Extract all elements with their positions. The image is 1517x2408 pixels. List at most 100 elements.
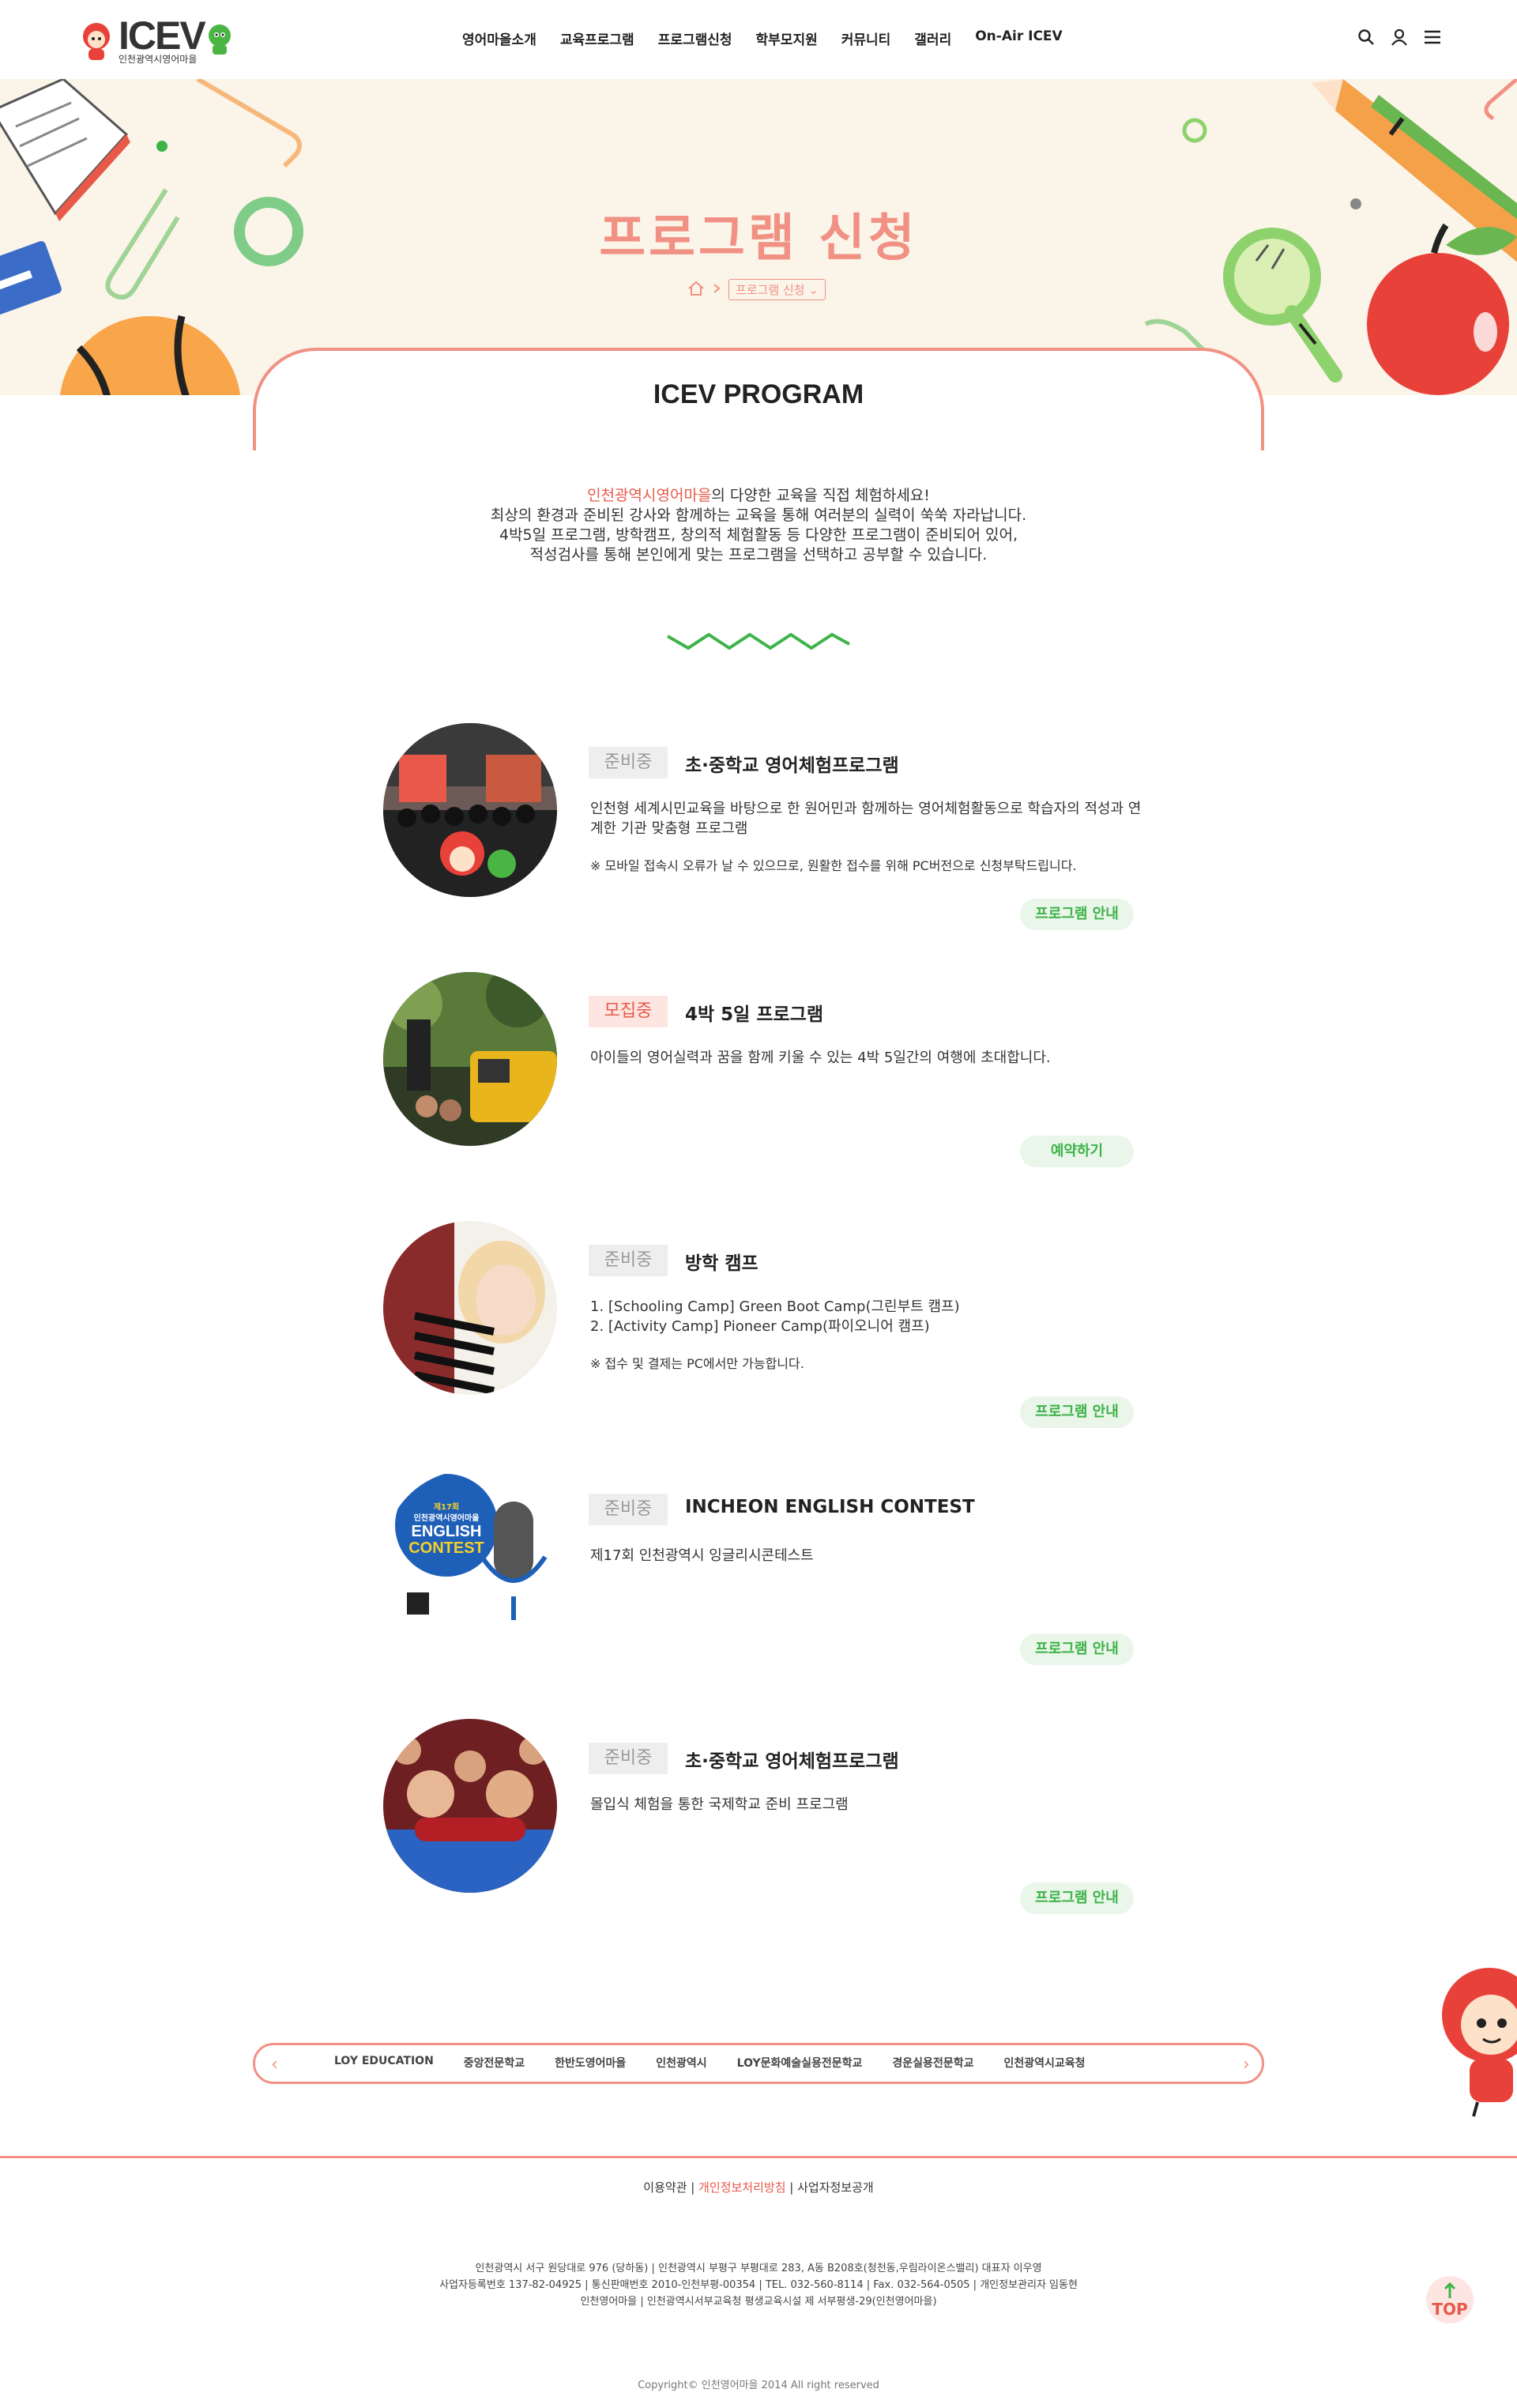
paperclip-icon xyxy=(196,79,302,168)
user-icon[interactable] xyxy=(1391,28,1408,46)
footer-links: 이용약관 | 개인정보처리방침 | 사업자정보공개 xyxy=(0,2179,1517,2195)
status-badge: 준비중 xyxy=(589,747,668,778)
footer-divider xyxy=(0,2156,1517,2158)
status-badge: 모집중 xyxy=(589,996,668,1027)
program-thumbnail[interactable] xyxy=(383,1719,557,1893)
breadcrumb: 프로그램 신청 ⌄ xyxy=(687,279,826,300)
program-title: 초·중학교 영어체험프로그램 xyxy=(685,756,899,776)
footer-info-line: 인천영어마을 | 인천광역시서부교육청 평생교육시설 제 서부평생-29(인천영… xyxy=(580,2296,937,2308)
program-title: 방학 캠프 xyxy=(685,1253,758,1274)
nav-item-about[interactable]: 영어마을소개 xyxy=(462,28,536,48)
partner-logo[interactable]: 인천광역시교육청 xyxy=(1003,2055,1085,2071)
chevron-right-icon[interactable]: › xyxy=(1243,2055,1250,2074)
program-note: ※ 접수 및 결제는 PC에서만 가능합니다. xyxy=(590,1356,804,1371)
site-header: ICEV 인천광역시영어마을 영어마을소개 교육프로그램 프로그램신청 학부모지… xyxy=(0,0,1517,79)
partner-logo[interactable]: 인천광역시 xyxy=(656,2055,706,2071)
section-title: ICEV PROGRAM xyxy=(653,379,864,409)
intro-line-2: 최상의 환경과 준비된 강사와 함께하는 교육을 통해 여러분의 실력이 쑥쑥 … xyxy=(490,507,1027,524)
program-item: 모집중 4박 5일 프로그램 아이들의 영어실력과 꿈을 함께 키울 수 있는 … xyxy=(383,972,1134,1167)
program-thumbnail[interactable] xyxy=(383,972,557,1146)
status-badge: 준비중 xyxy=(589,1245,668,1276)
main-nav: 영어마을소개 교육프로그램 프로그램신청 학부모지원 커뮤니티 갤러리 On-A… xyxy=(462,28,1086,48)
program-item: 준비중 방학 캠프 1. [Schooling Camp] Green Boot… xyxy=(383,1221,1134,1428)
poster-line: ENGLISH xyxy=(411,1523,482,1540)
header-icons xyxy=(1357,28,1441,46)
nav-item-community[interactable]: 커뮤니티 xyxy=(841,28,891,48)
partner-logo[interactable]: 한반도영어마을 xyxy=(555,2055,626,2071)
intro-line-3: 4박5일 프로그램, 방학캠프, 창의적 체험활동 등 다양한 프로그램이 준비… xyxy=(499,526,1018,544)
wave-divider-icon xyxy=(667,632,850,650)
mascot-green-icon xyxy=(209,24,231,55)
intro-line-4: 적성검사를 통해 본인에게 맞는 프로그램을 선택하고 공부할 수 있습니다. xyxy=(529,546,988,563)
program-info-button[interactable]: 프로그램 안내 xyxy=(1020,1396,1134,1428)
intro-line-1: 인천광역시영어마을의 다양한 교육을 직접 체험하세요! xyxy=(0,486,1517,506)
program-description: 제17회 인천광역시 잉글리시콘테스트 xyxy=(590,1547,814,1564)
scroll-top-label: TOP xyxy=(1432,2300,1468,2319)
partner-logo[interactable]: 경운실용전문학교 xyxy=(892,2055,973,2071)
program-description: 아이들의 영어실력과 꿈을 함께 키울 수 있는 4박 5일간의 여행에 초대합… xyxy=(590,1049,1051,1066)
nav-item-parents[interactable]: 학부모지원 xyxy=(756,28,818,48)
logo-subtitle: 인천광역시영어마을 xyxy=(119,54,198,65)
nav-item-education[interactable]: 교육프로그램 xyxy=(560,28,634,48)
breadcrumb-select-label: 프로그램 신청 xyxy=(736,283,805,297)
program-thumbnail[interactable] xyxy=(383,1221,557,1395)
mascot-red-icon xyxy=(83,23,110,60)
menu-icon[interactable] xyxy=(1424,28,1441,46)
reserve-button[interactable]: 예약하기 xyxy=(1020,1136,1134,1167)
scroll-top-button[interactable]: TOP xyxy=(1426,2276,1474,2323)
program-item: 준비중 초·중학교 영어체험프로그램 몰입식 체험을 통한 국제학교 준비 프로… xyxy=(383,1719,1134,1914)
intro-line-1-rest: 의 다양한 교육을 직접 체험하세요! xyxy=(711,487,930,504)
program-thumbnail[interactable] xyxy=(383,723,557,897)
program-info-button[interactable]: 프로그램 안내 xyxy=(1020,899,1134,930)
program-description: 몰입식 체험을 통한 국제학교 준비 프로그램 xyxy=(590,1796,849,1813)
footer-sep: | xyxy=(785,2180,798,2195)
status-badge: 준비중 xyxy=(589,1494,668,1525)
program-description: 1. [Schooling Camp] Green Boot Camp(그린부트… xyxy=(590,1297,1143,1336)
program-note: ※ 모바일 접속시 오류가 날 수 있으므로, 원활한 접수를 위해 PC버전으… xyxy=(590,858,1077,873)
program-info-button[interactable]: 프로그램 안내 xyxy=(1020,1882,1134,1914)
partner-logos: LOY EDUCATION 중앙전문학교 한반도영어마을 인천광역시 LOY문화… xyxy=(334,2055,1116,2071)
page-title: 프로그램 신청 xyxy=(599,209,918,268)
status-badge: 준비중 xyxy=(589,1743,668,1774)
logo[interactable]: ICEV 인천광역시영어마을 xyxy=(79,13,237,68)
home-icon[interactable] xyxy=(687,281,705,300)
poster-line: CONTEST xyxy=(408,1539,484,1557)
program-item: 제17회 인천광역시영어마을 ENGLISH CONTEST 준비중 INCHE… xyxy=(383,1470,1134,1665)
nav-item-gallery[interactable]: 갤러리 xyxy=(914,28,951,48)
poster-line: 제17회 xyxy=(433,1503,460,1512)
chevron-down-icon: ⌄ xyxy=(808,283,819,297)
chevron-left-icon[interactable]: ‹ xyxy=(271,2055,278,2074)
search-icon[interactable] xyxy=(1357,28,1375,46)
footer-info-line: 사업자등록번호 137-82-04925 | 통신판매번호 2010-인천부평-… xyxy=(439,2279,1078,2291)
terms-link[interactable]: 이용약관 xyxy=(643,2180,687,2195)
privacy-link[interactable]: 개인정보처리방침 xyxy=(698,2180,785,2195)
program-desc-line: 1. [Schooling Camp] Green Boot Camp(그린부트… xyxy=(590,1298,960,1315)
intro-highlight: 인천광역시영어마을 xyxy=(587,487,712,504)
paperclip-icon xyxy=(1484,79,1517,121)
business-info-link[interactable]: 사업자정보공개 xyxy=(797,2180,874,2195)
chevron-right-icon xyxy=(713,282,721,297)
mascot-side-icon xyxy=(1442,1968,1517,2117)
partner-logo[interactable]: 중앙전문학교 xyxy=(464,2055,525,2071)
partner-logo[interactable]: LOY EDUCATION xyxy=(334,2055,434,2071)
footer-info: 인천광역시 서구 원당대로 976 (당하동) | 인천광역시 부평구 부평대로… xyxy=(0,2260,1517,2310)
nav-item-onair[interactable]: On-Air ICEV xyxy=(975,28,1062,48)
arrow-up-icon xyxy=(1444,2282,1456,2298)
program-info-button[interactable]: 프로그램 안내 xyxy=(1020,1634,1134,1665)
footer-info-line: 인천광역시 서구 원당대로 976 (당하동) | 인천광역시 부평구 부평대로… xyxy=(475,2263,1042,2274)
program-title: 4박 5일 프로그램 xyxy=(685,1004,823,1025)
copyright: Copyright© 인천영어마을 2014 All right reserve… xyxy=(638,2380,879,2391)
program-thumbnail[interactable]: 제17회 인천광역시영어마을 ENGLISH CONTEST xyxy=(383,1470,557,1644)
nav-item-apply[interactable]: 프로그램신청 xyxy=(658,28,732,48)
poster-line: 인천광역시영어마을 xyxy=(413,1514,480,1523)
partner-logo[interactable]: LOY문화예술실용전문학교 xyxy=(737,2055,863,2071)
program-item: 준비중 초·중학교 영어체험프로그램 인천형 세계시민교육을 바탕으로 한 원어… xyxy=(383,723,1141,930)
program-title: INCHEON ENGLISH CONTEST xyxy=(685,1497,975,1517)
breadcrumb-select[interactable]: 프로그램 신청 ⌄ xyxy=(728,279,826,300)
footer-sep: | xyxy=(687,2180,699,2195)
section-intro: 인천광역시영어마을의 다양한 교육을 직접 체험하세요! 최상의 환경과 준비된… xyxy=(0,486,1517,565)
program-title: 초·중학교 영어체험프로그램 xyxy=(685,1751,899,1772)
program-desc-line: 2. [Activity Camp] Pioneer Camp(파이오니어 캠프… xyxy=(590,1318,930,1335)
partner-carousel: ‹ LOY EDUCATION 중앙전문학교 한반도영어마을 인천광역시 LOY… xyxy=(253,2043,1264,2084)
program-description: 인천형 세계시민교육을 바탕으로 한 원어민과 함께하는 영어체험활동으로 학습… xyxy=(590,801,1142,837)
